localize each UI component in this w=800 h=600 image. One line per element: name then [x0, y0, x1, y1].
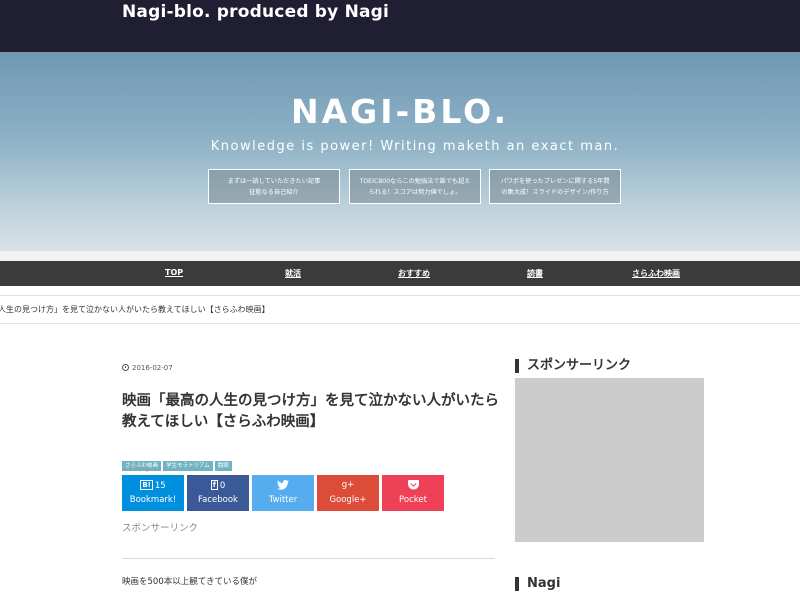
- pocket-share-button[interactable]: Pocket: [382, 475, 444, 511]
- featured-link-line: 征能なる自己紹介: [249, 189, 299, 196]
- sponsor-link-label: スポンサーリンク: [122, 523, 199, 534]
- pocket-icon: [407, 480, 419, 490]
- hero-tagline: Knowledge is power! Writing maketh an ex…: [210, 139, 620, 154]
- google-plus-label: Google+: [329, 495, 367, 505]
- sidebar-profile-heading: Nagi: [515, 577, 560, 591]
- clock-icon: [122, 364, 129, 371]
- google-plus-share-button[interactable]: g+ Google+: [317, 475, 379, 511]
- divider: [122, 558, 495, 559]
- nav-item-job-hunting[interactable]: 就活: [285, 268, 301, 279]
- hatena-label: Bookmark!: [129, 495, 177, 505]
- site-title[interactable]: Nagi-blo. produced by Nagi: [122, 2, 389, 22]
- nav-item-top[interactable]: TOP: [165, 268, 183, 277]
- article-body-text: 映画を500本以上観てきている僕が: [122, 577, 257, 587]
- divider: [0, 295, 800, 296]
- sidebar-sponsor-heading: スポンサーリンク: [515, 359, 631, 373]
- tag-link[interactable]: 学生モラトリアム: [163, 461, 213, 471]
- post-tags: さらふわ映画 学生モラトリアム 闘病: [122, 452, 234, 471]
- nav-item-reading[interactable]: 読書: [527, 268, 543, 279]
- featured-link-line: パワポを使ったプレゼンに関する5年間: [500, 178, 610, 185]
- twitter-label: Twitter: [268, 495, 298, 505]
- facebook-share-button[interactable]: f0 Facebook: [187, 475, 249, 511]
- google-plus-icon: g+: [341, 480, 355, 490]
- post-date-text: 2016-02-07: [132, 364, 173, 372]
- breadcrumb: 人生の見つけ方」を見て泣かない人がいたら教えてほしい【さらふわ映画】: [0, 305, 270, 314]
- featured-link-presentation[interactable]: パワポを使ったプレゼンに関する5年間 の集大成！スライドのデザイン/作り方: [489, 169, 621, 204]
- share-label: シェアする: [122, 467, 150, 473]
- featured-link-line: られる！スコアは努力値でしょ。: [368, 189, 462, 196]
- hatena-bookmark-button[interactable]: B! 15 Bookmark!: [122, 475, 184, 511]
- tag-link[interactable]: 闘病: [214, 461, 232, 471]
- facebook-count: 0: [219, 481, 226, 491]
- nav-item-movies[interactable]: さらふわ映画: [632, 268, 680, 279]
- featured-link-toeic[interactable]: TOEIC800ならこの勉強法で誰でも超え られる！スコアは努力値でしょ。: [349, 169, 481, 204]
- post-date: 2016-02-07: [122, 364, 173, 372]
- site-header: Nagi-blo. produced by Nagi: [0, 0, 800, 52]
- hatena-b-icon: B!: [140, 480, 153, 490]
- ad-placeholder[interactable]: [515, 378, 704, 542]
- twitter-share-button[interactable]: Twitter: [252, 475, 314, 511]
- hero-bottom-strip: [0, 251, 800, 261]
- global-nav: TOP 就活 おすすめ 読書 さらふわ映画: [0, 261, 800, 286]
- facebook-label: Facebook: [198, 495, 238, 505]
- featured-link-intro[interactable]: まずは一読していただきたい記事 征能なる自己紹介: [208, 169, 340, 204]
- divider: [0, 323, 800, 324]
- twitter-bird-icon: [277, 480, 289, 490]
- pocket-label: Pocket: [399, 495, 427, 505]
- post-title: 映画「最高の人生の見つけ方」を見て泣かない人がいたら教えてほしい【さらふわ映画】: [122, 393, 499, 430]
- featured-link-line: TOEIC800ならこの勉強法で誰でも超え: [359, 178, 471, 185]
- featured-link-line: まずは一読していただきたい記事: [227, 178, 321, 185]
- nav-item-recommended[interactable]: おすすめ: [398, 268, 430, 279]
- hero-banner: NAGI-BLO. Knowledge is power! Writing ma…: [0, 52, 800, 251]
- featured-link-line: の集大成！スライドのデザイン/作り方: [501, 189, 609, 196]
- hatena-count: 15: [154, 481, 166, 491]
- facebook-icon: f: [210, 480, 218, 490]
- hero-title: NAGI-BLO.: [290, 92, 510, 131]
